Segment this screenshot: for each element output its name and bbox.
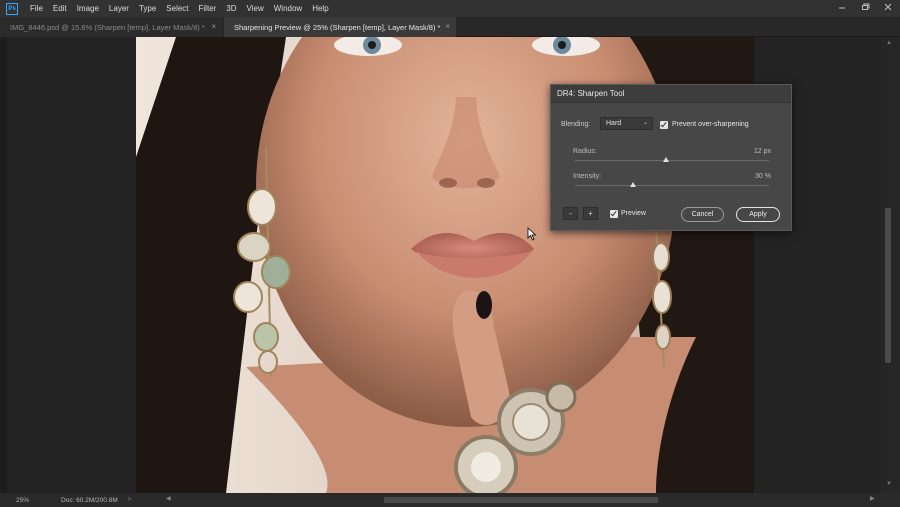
document-info[interactable]: Doc: 60.2M/200.8M: [61, 497, 118, 504]
photoshop-logo-icon[interactable]: Ps: [6, 2, 18, 15]
dialog-title: DR4: Sharpen Tool: [551, 85, 791, 103]
tab-label: IMG_8446.psd @ 15.6% (Sharpen [temp], La…: [10, 22, 205, 32]
horizontal-scroll-thumb[interactable]: [384, 497, 658, 503]
preview-label: Preview: [621, 210, 646, 217]
window-controls: [825, 2, 894, 14]
menu-3d[interactable]: 3D: [226, 4, 236, 13]
vertical-scrollbar[interactable]: ▲ ▼: [881, 37, 900, 493]
tab-close-icon[interactable]: ×: [211, 22, 216, 31]
menu-type[interactable]: Type: [139, 4, 156, 13]
restore-icon[interactable]: [859, 2, 871, 14]
menu-edit[interactable]: Edit: [53, 4, 67, 13]
horizontal-scrollbar[interactable]: ◀ ▶: [166, 496, 878, 504]
blending-select[interactable]: Hard ⌄: [600, 117, 653, 130]
scroll-right-arrow-icon[interactable]: ▶: [870, 495, 875, 502]
intensity-slider-track[interactable]: [575, 185, 769, 186]
blending-value: Hard: [606, 120, 622, 127]
menu-view[interactable]: View: [247, 4, 264, 13]
tab-close-icon[interactable]: ×: [445, 22, 450, 31]
menu-file[interactable]: File: [30, 4, 43, 13]
scroll-left-arrow-icon[interactable]: ◀: [166, 495, 171, 502]
radius-slider-handle[interactable]: [663, 157, 670, 162]
menu-select[interactable]: Select: [166, 4, 188, 13]
tab-img-8446[interactable]: IMG_8446.psd @ 15.6% (Sharpen [temp], La…: [0, 17, 222, 37]
intensity-value: 30 %: [755, 173, 771, 180]
cancel-button[interactable]: Cancel: [681, 207, 724, 222]
document-tab-bar: IMG_8446.psd @ 15.6% (Sharpen [temp], La…: [0, 17, 900, 37]
decrease-button[interactable]: -: [563, 207, 578, 220]
prevent-oversharpening-label: Prevent over-sharpening: [672, 121, 749, 128]
blending-label: Blending:: [561, 121, 591, 128]
prevent-oversharpening-checkbox[interactable]: [660, 121, 668, 129]
menu-items: File Edit Image Layer Type Select Filter…: [30, 4, 339, 13]
tab-sharpening-preview[interactable]: Sharpening Preview @ 25% (Sharpen [temp]…: [224, 17, 456, 37]
zoom-level[interactable]: 25%: [16, 497, 29, 504]
menu-filter[interactable]: Filter: [199, 4, 217, 13]
tab-label: Sharpening Preview @ 25% (Sharpen [temp]…: [234, 22, 441, 32]
radius-label: Radius:: [573, 148, 597, 155]
status-menu-arrow-icon[interactable]: >: [128, 497, 132, 503]
radius-value: 12 px: [753, 148, 771, 155]
scroll-up-arrow-icon[interactable]: ▲: [886, 40, 892, 46]
close-icon[interactable]: [882, 2, 894, 14]
menu-layer[interactable]: Layer: [109, 4, 129, 13]
radius-slider-track[interactable]: [575, 160, 769, 161]
preview-checkbox[interactable]: [610, 210, 618, 218]
vertical-scroll-thumb[interactable]: [885, 208, 891, 363]
left-panel-edge: [0, 37, 7, 507]
apply-button[interactable]: Apply: [736, 207, 780, 222]
minimize-icon[interactable]: [836, 2, 848, 14]
intensity-slider-handle[interactable]: [630, 182, 637, 187]
sharpen-tool-dialog: DR4: Sharpen Tool Blending: Hard ⌄ Preve…: [550, 84, 792, 231]
increase-button[interactable]: +: [583, 207, 598, 220]
dropdown-caret-icon: ⌄: [642, 120, 648, 126]
menu-bar: Ps File Edit Image Layer Type Select Fil…: [0, 0, 900, 17]
menu-window[interactable]: Window: [274, 4, 302, 13]
menu-image[interactable]: Image: [77, 4, 99, 13]
intensity-label: Intensity:: [573, 173, 602, 180]
mouse-cursor-icon: [527, 227, 537, 246]
menu-help[interactable]: Help: [312, 4, 328, 13]
scroll-down-arrow-icon[interactable]: ▼: [886, 481, 892, 487]
